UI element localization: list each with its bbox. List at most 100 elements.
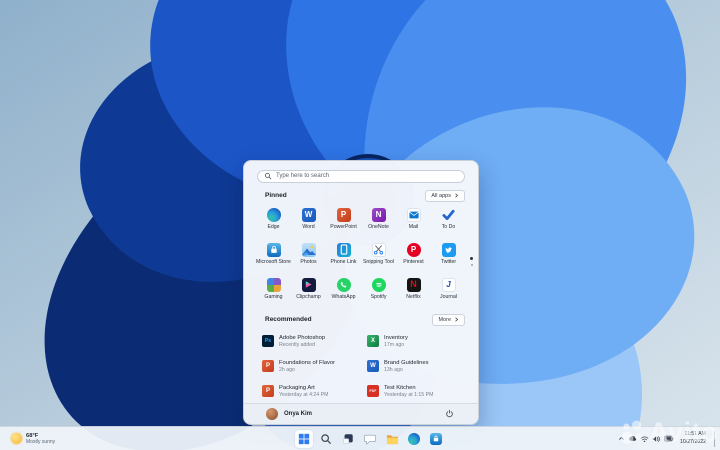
app-label: Journal [439, 293, 457, 300]
pinterest-icon: P [406, 242, 421, 257]
recommended-subtitle: 2h ago [279, 366, 295, 373]
start-button[interactable] [295, 429, 313, 448]
speaker-icon [652, 435, 660, 442]
all-apps-label: All apps [431, 192, 451, 199]
app-label: Photos [300, 258, 317, 265]
microsoft-store-icon [430, 432, 442, 445]
excel-icon: X [367, 335, 379, 348]
powerpoint-icon: P [262, 385, 274, 398]
snipping-tool-icon [371, 242, 386, 257]
show-desktop-button[interactable] [714, 430, 716, 447]
page-dot-current[interactable] [470, 257, 473, 260]
app-label: Netflix [406, 293, 421, 300]
more-button[interactable]: More [432, 313, 465, 326]
pinned-app-whatsapp[interactable]: WhatsApp [326, 276, 361, 307]
gaming-icon [266, 277, 281, 292]
pinned-app-pinterest[interactable]: P Pinterest [396, 241, 431, 272]
app-label: Edge [267, 223, 280, 230]
avatar [266, 407, 278, 420]
recommended-item-test-kitchen[interactable]: PDF Test Kitchen Yesterday at 1:15 PM [363, 380, 468, 403]
taskbar: 68°F Mostly sunny 11:51 AM 10/27/2022 [0, 426, 720, 450]
clock-button[interactable]: 11:51 AM 10/27/2022 [677, 431, 709, 445]
app-label: To Do [441, 223, 456, 230]
system-tray: 11:51 AM 10/27/2022 [618, 427, 716, 450]
powerpoint-glyph: P [265, 363, 270, 370]
volume-tray-button[interactable] [652, 435, 661, 443]
pinned-app-spotify[interactable]: Spotify [361, 276, 396, 307]
task-view-icon [343, 433, 353, 444]
task-view-button[interactable] [339, 430, 357, 448]
journal-icon: J [441, 277, 456, 292]
phone-link-icon [336, 242, 351, 257]
recommended-item-brand-guidelines[interactable]: W Brand Guidelines 13h ago [363, 355, 468, 378]
battery-tray-button[interactable] [664, 435, 674, 442]
app-label: Twitter [440, 258, 457, 265]
file-explorer-folder-icon [386, 434, 398, 444]
onedrive-tray-button[interactable] [628, 435, 637, 442]
taskbar-center-icons [295, 427, 445, 450]
twitter-icon [441, 242, 456, 257]
pdf-glyph: PDF [369, 388, 377, 393]
pinned-app-mail[interactable]: Mail [396, 206, 431, 237]
recommended-item-foundations-of-flavor[interactable]: P Foundations of Flavor 2h ago [258, 355, 363, 378]
spotify-icon [371, 277, 386, 292]
app-label: Snipping Tool [362, 258, 395, 265]
app-label: Gaming [264, 293, 283, 300]
app-label: Word [302, 223, 315, 230]
chat-button[interactable] [361, 430, 379, 448]
hidden-icons-button[interactable] [618, 435, 625, 442]
user-profile-button[interactable]: Onya Kim [266, 407, 312, 420]
start-menu-footer: Onya Kim [244, 402, 478, 424]
more-label: More [438, 316, 451, 323]
netflix-glyph: N [410, 279, 417, 290]
pinned-app-snipping-tool[interactable]: Snipping Tool [361, 241, 396, 272]
app-label: PowerPoint [330, 223, 357, 230]
chat-bubble-icon [364, 434, 376, 445]
pinned-app-photos[interactable]: Photos [291, 241, 326, 272]
weather-widget-button[interactable]: 68°F Mostly sunny [6, 427, 60, 450]
battery-icon [664, 435, 674, 442]
recommended-item-packaging-art[interactable]: P Packaging Art Yesterday at 4:24 PM [258, 380, 363, 403]
photos-icon [301, 242, 316, 257]
pinned-app-onenote[interactable]: N OneNote [361, 206, 396, 237]
search-icon [264, 173, 272, 180]
search-input[interactable]: Type here to search [257, 170, 465, 183]
recommended-item-adobe-photoshop[interactable]: Ps Adobe Photoshop Recently added [258, 330, 363, 353]
page-dot-next[interactable] [470, 264, 473, 266]
pinned-app-gaming[interactable]: Gaming [256, 276, 291, 307]
pinned-app-netflix[interactable]: N Netflix [396, 276, 431, 307]
pinned-app-todo[interactable]: To Do [431, 206, 466, 237]
pinned-app-twitter[interactable]: Twitter [431, 241, 466, 272]
recommended-title: Packaging Art [279, 384, 315, 391]
pinned-app-journal[interactable]: J Journal [431, 276, 466, 307]
search-placeholder-text: Type here to search [276, 173, 330, 180]
power-button[interactable] [443, 407, 456, 420]
taskbar-search-button[interactable] [317, 430, 335, 448]
pinned-pagination-dots[interactable] [470, 257, 473, 266]
all-apps-button[interactable]: All apps [425, 189, 465, 202]
pinned-app-microsoft-store[interactable]: Microsoft Store [256, 241, 291, 272]
pinned-app-powerpoint[interactable]: P PowerPoint [326, 206, 361, 237]
pinned-app-phone-link[interactable]: Phone Link [326, 241, 361, 272]
pinned-app-word[interactable]: W Word [291, 206, 326, 237]
network-tray-button[interactable] [640, 435, 649, 443]
microsoft-store-taskbar-button[interactable] [427, 430, 445, 448]
netflix-icon: N [406, 277, 421, 292]
power-icon [446, 410, 453, 418]
recommended-item-inventory[interactable]: X Inventory 17m ago [363, 330, 468, 353]
start-menu: Type here to search Pinned All apps Edge… [243, 160, 479, 425]
pinterest-glyph: P [410, 244, 417, 254]
wifi-icon [640, 436, 649, 442]
pinned-app-edge[interactable]: Edge [256, 206, 291, 237]
powerpoint-icon: P [336, 207, 351, 222]
app-label: Phone Link [330, 258, 357, 265]
pinned-app-clipchamp[interactable]: Clipchamp [291, 276, 326, 307]
app-label: WhatsApp [331, 293, 356, 300]
recommended-subtitle: 17m ago [384, 341, 405, 348]
weather-condition: Mostly sunny [26, 438, 56, 445]
chevron-right-icon [455, 317, 459, 322]
todo-icon [442, 208, 456, 222]
excel-glyph: X [370, 338, 375, 345]
file-explorer-button[interactable] [383, 430, 401, 448]
edge-taskbar-button[interactable] [405, 430, 423, 448]
